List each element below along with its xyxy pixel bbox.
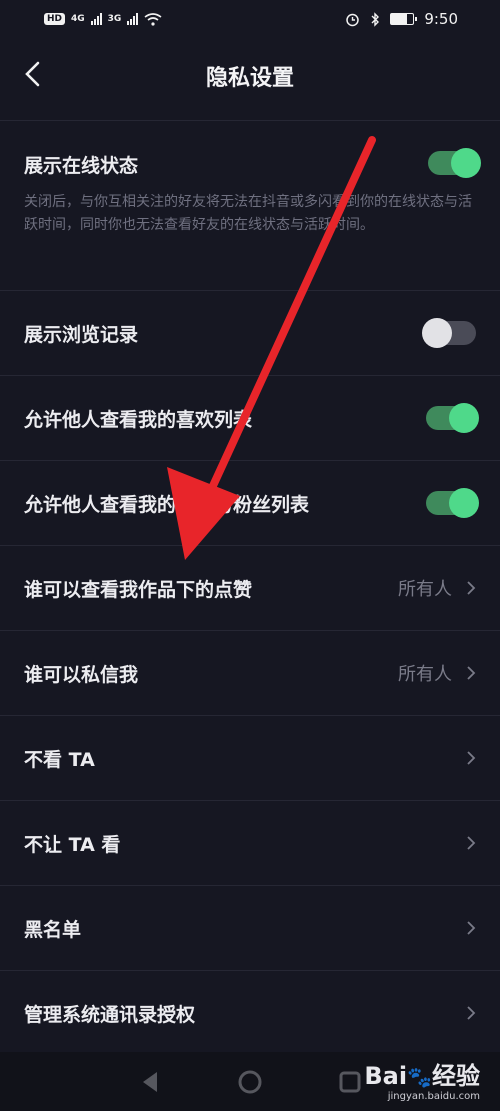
follow-fans-toggle[interactable] (426, 488, 479, 518)
setting-label: 不让 TA 看 (24, 833, 121, 856)
online-status-toggle[interactable] (428, 148, 481, 178)
setting-label: 谁可以私信我 (24, 663, 139, 686)
setting-label: 允许他人查看我的关注与粉丝列表 (24, 493, 310, 516)
alarm-icon (346, 13, 360, 26)
chevron-right-icon (467, 836, 476, 850)
setting-value: 所有人 (398, 579, 452, 600)
watermark-text: Bai🐾经验 jingyan.baidu.com (364, 1056, 480, 1102)
chevron-right-icon (467, 666, 476, 680)
recents-square-icon[interactable] (335, 1067, 365, 1097)
toggle-knob (449, 488, 479, 518)
setting-label: 黑名单 (24, 918, 82, 941)
chevron-right-icon (467, 751, 476, 765)
network-4g-label: 4G (71, 14, 85, 24)
setting-right: 所有人 (398, 660, 476, 686)
status-time: 9:50 (424, 10, 458, 28)
chevron-right-icon (467, 921, 476, 935)
setting-right: 所有人 (398, 575, 476, 601)
chevron-right-icon (467, 581, 476, 595)
settings-list: 展示在线状态 关闭后，与你互相关注的好友将无法在抖音或多闪看到你的在线状态与活跃… (0, 120, 500, 1055)
setting-label: 展示浏览记录 (24, 323, 139, 346)
nav-bar: 隐私设置 (0, 38, 500, 110)
paw-icon: 🐾 (407, 1065, 432, 1089)
hd-badge: HD (44, 13, 66, 25)
setting-follow-fans-list: 允许他人查看我的关注与粉丝列表 (0, 460, 500, 545)
back-triangle-icon[interactable] (135, 1067, 165, 1097)
setting-blacklist[interactable]: 黑名单 (0, 885, 500, 970)
watermark-brand-2: 经验 (432, 1062, 480, 1090)
setting-description: 关闭后，与你互相关注的好友将无法在抖音或多闪看到你的在线状态与活跃时间，同时你也… (24, 194, 472, 233)
setting-label: 展示在线状态 (24, 155, 139, 177)
setting-label: 谁可以查看我作品下的点赞 (24, 578, 253, 601)
watermark-brand: Bai (364, 1062, 408, 1090)
network-3g-label: 3G (107, 14, 122, 24)
setting-label: 管理系统通讯录授权 (24, 1003, 196, 1026)
signal-icon (90, 13, 102, 25)
watermark-url: jingyan.baidu.com (387, 1091, 480, 1102)
toggle-knob (422, 318, 452, 348)
setting-dont-let-see[interactable]: 不让 TA 看 (0, 800, 500, 885)
toggle-knob (451, 148, 481, 178)
setting-who-can-dm[interactable]: 谁可以私信我 所有人 (0, 630, 500, 715)
baidu-jingyan-watermark: Bai🐾经验 jingyan.baidu.com (364, 1056, 480, 1102)
setting-who-sees-likes[interactable]: 谁可以查看我作品下的点赞 所有人 (0, 545, 500, 630)
setting-value: 所有人 (398, 664, 452, 685)
setting-dont-see[interactable]: 不看 TA (0, 715, 500, 800)
chevron-right-icon (467, 1006, 476, 1020)
setting-label: 允许他人查看我的喜欢列表 (24, 408, 253, 431)
setting-browse-history: 展示浏览记录 (0, 290, 500, 375)
setting-likes-list: 允许他人查看我的喜欢列表 (0, 375, 500, 460)
setting-contacts-auth[interactable]: 管理系统通讯录授权 (0, 970, 500, 1055)
signal-icon-2 (127, 13, 139, 25)
page-title: 隐私设置 (205, 66, 294, 91)
likes-list-toggle[interactable] (426, 403, 479, 433)
setting-label: 不看 TA (24, 748, 95, 771)
status-right: 9:50 (345, 10, 458, 28)
toggle-knob (449, 403, 479, 433)
battery-icon (390, 13, 418, 25)
bluetooth-icon (371, 11, 380, 27)
status-left: HD 4G 3G (44, 12, 162, 26)
browse-history-toggle[interactable] (422, 318, 476, 348)
home-circle-icon[interactable] (235, 1067, 265, 1097)
status-bar: HD 4G 3G 9:50 (0, 0, 500, 38)
setting-online-status: 展示在线状态 关闭后，与你互相关注的好友将无法在抖音或多闪看到你的在线状态与活跃… (0, 120, 500, 290)
wifi-icon (144, 12, 162, 26)
